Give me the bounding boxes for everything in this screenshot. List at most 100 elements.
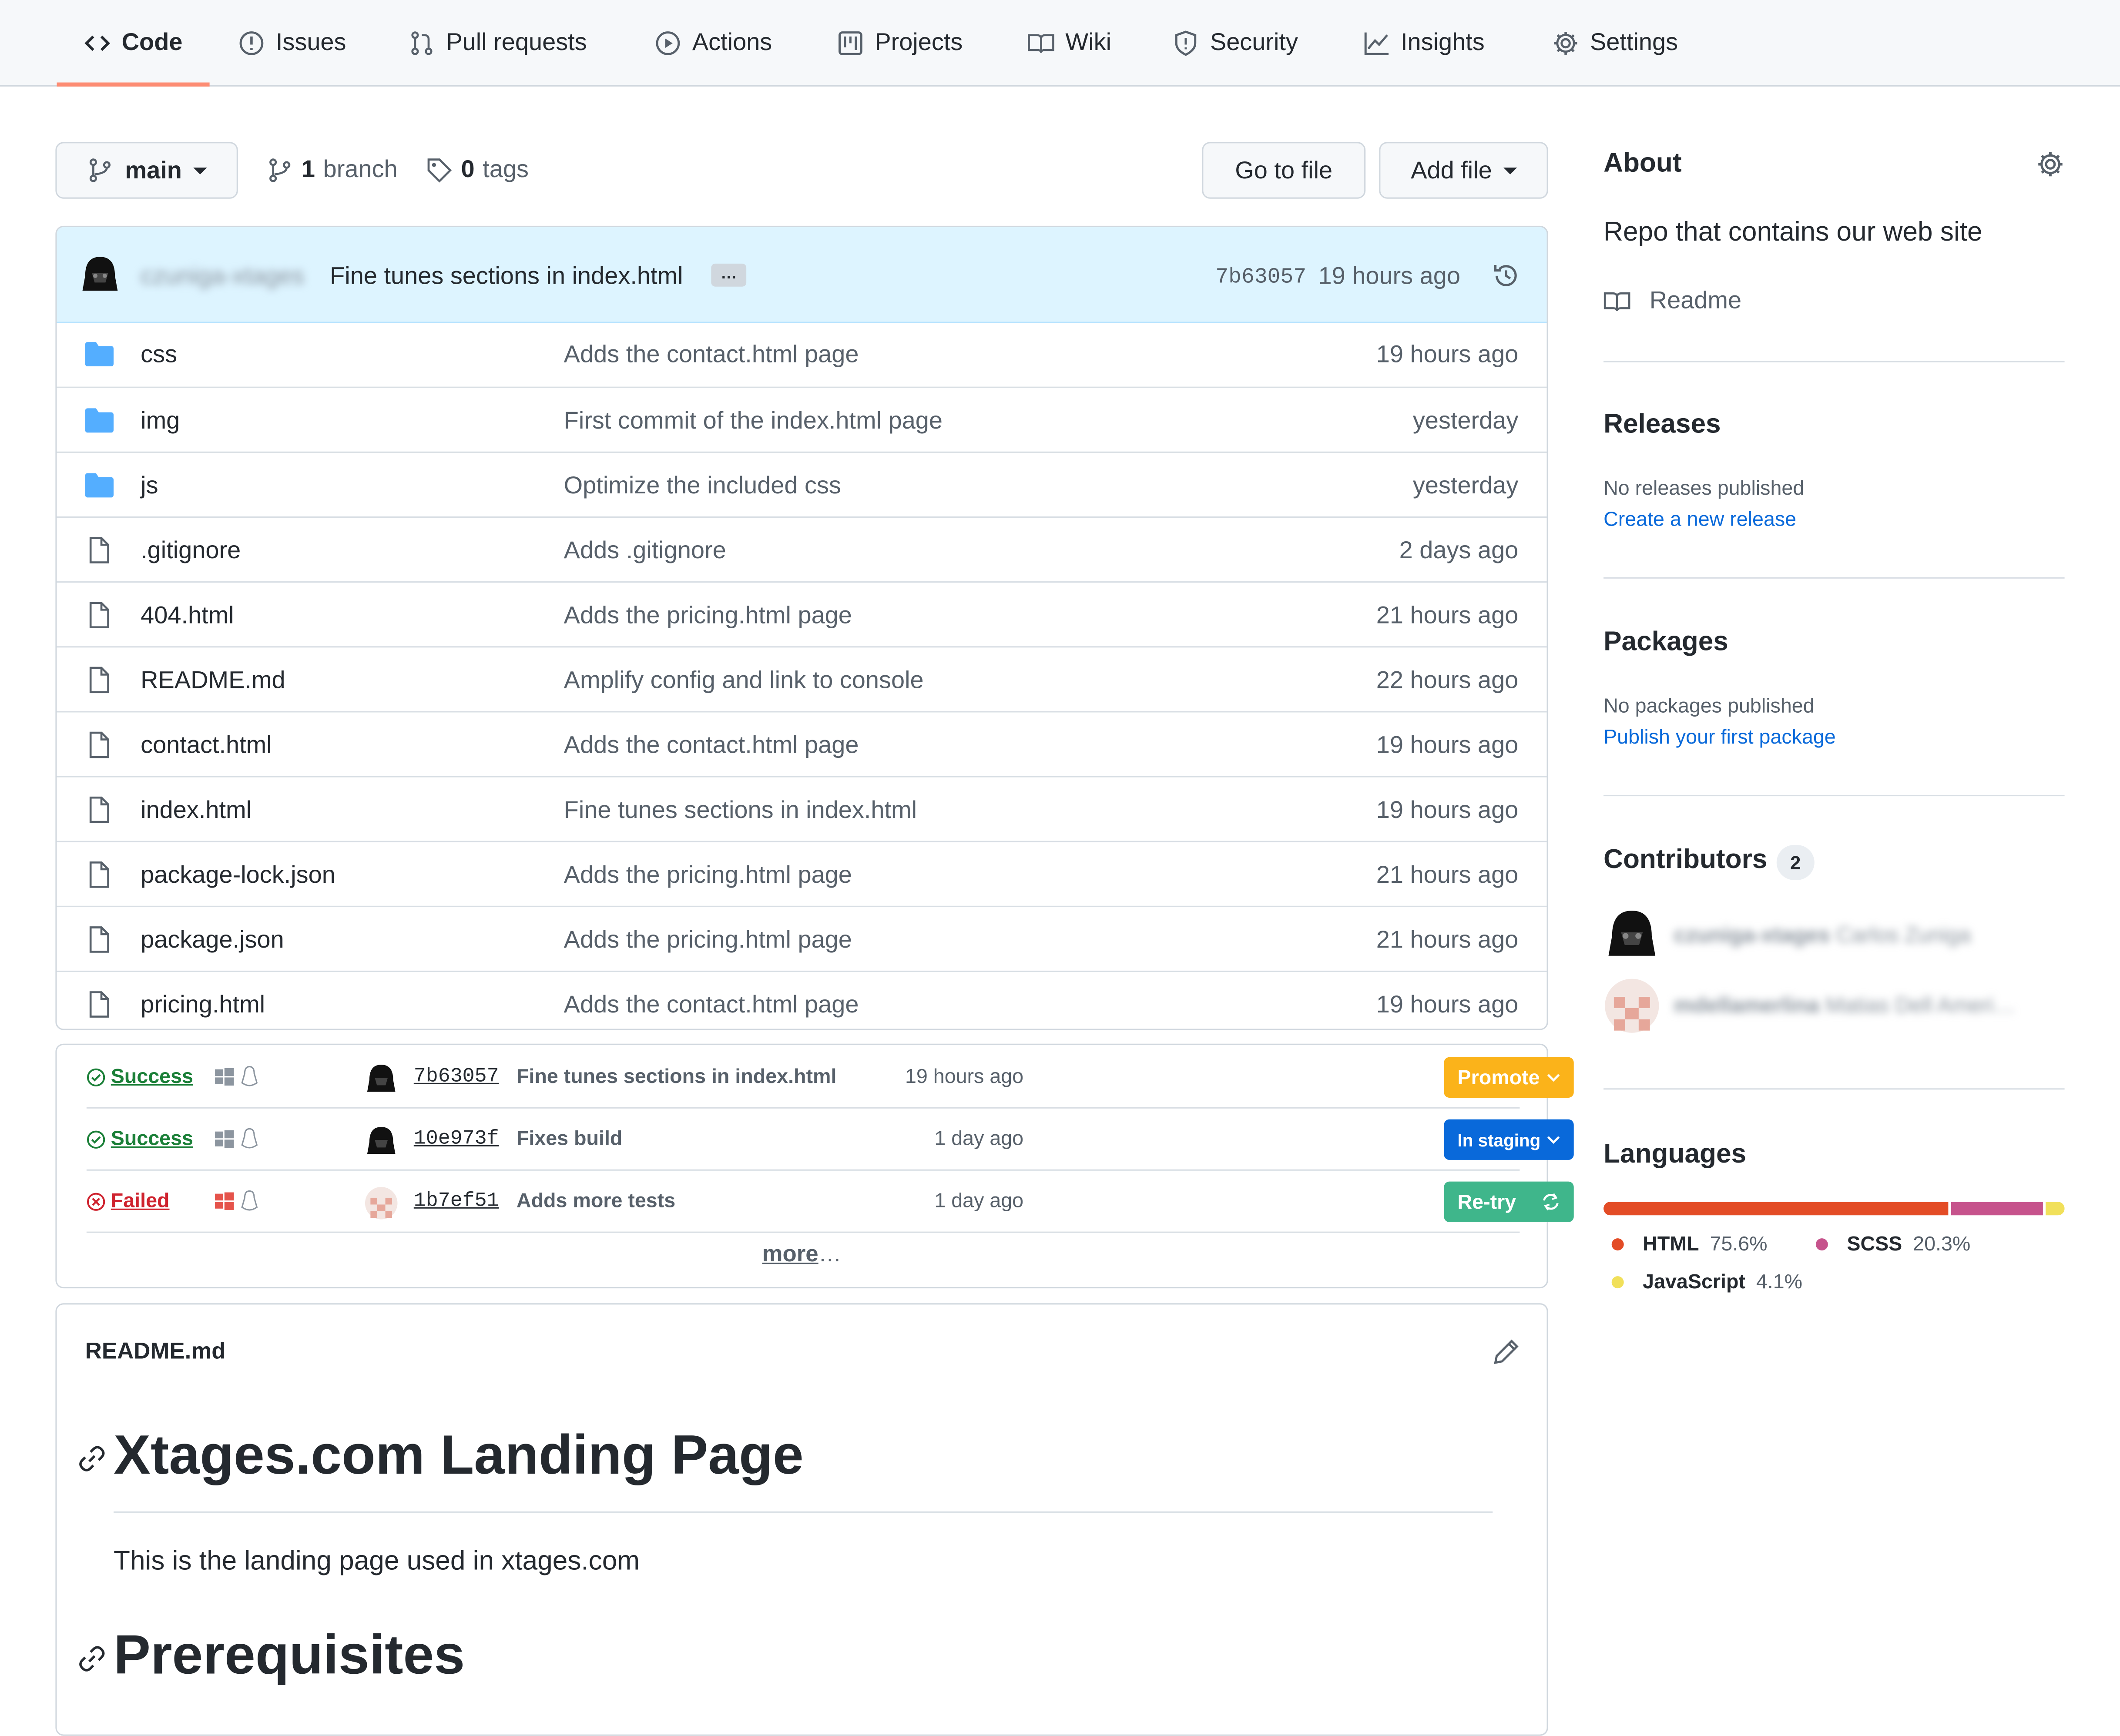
tab-settings[interactable]: Settings bbox=[1552, 0, 1678, 85]
contributor-name: Matias Dell Ameri… bbox=[1825, 995, 2016, 1018]
file-row[interactable]: index.html Fine tunes sections in index.… bbox=[57, 776, 1547, 841]
tab-projects[interactable]: Projects bbox=[837, 0, 963, 85]
git-branch-icon bbox=[269, 158, 291, 182]
packages-title[interactable]: Packages bbox=[1603, 627, 1728, 658]
file-name[interactable]: contact.html bbox=[141, 731, 272, 760]
promote-button[interactable]: Promote bbox=[1444, 1057, 1574, 1098]
ci-status-link[interactable]: Failed bbox=[87, 1190, 170, 1213]
file-row[interactable]: js Optimize the included css yesterday bbox=[57, 451, 1547, 516]
ci-status-link[interactable]: Success bbox=[87, 1065, 193, 1088]
file-row[interactable]: pricing.html Adds the contact.html page … bbox=[57, 970, 1547, 1029]
chevron-down-icon bbox=[1547, 1074, 1560, 1082]
ci-run-row: Success 10e973f Fixes build 1 day ago In… bbox=[86, 1109, 1574, 1171]
pencil-icon[interactable] bbox=[1491, 1337, 1521, 1367]
file-name[interactable]: package-lock.json bbox=[141, 861, 335, 889]
file-row[interactable]: 404.html Adds the pricing.html page 21 h… bbox=[57, 581, 1547, 646]
file-commit-message[interactable]: Adds the contact.html page bbox=[564, 341, 859, 369]
file-commit-message[interactable]: Adds the pricing.html page bbox=[564, 602, 852, 630]
tab-security[interactable]: Security bbox=[1172, 0, 1298, 85]
retry-button[interactable]: Re-try bbox=[1444, 1181, 1574, 1222]
branch-select-button[interactable]: main bbox=[55, 142, 238, 199]
link-icon[interactable] bbox=[78, 1445, 105, 1472]
avatar[interactable] bbox=[80, 254, 120, 295]
file-commit-message[interactable]: Adds the pricing.html page bbox=[564, 861, 852, 889]
file-commit-message[interactable]: Fine tunes sections in index.html bbox=[564, 796, 917, 824]
history-icon[interactable] bbox=[1491, 261, 1521, 291]
file-name[interactable]: css bbox=[141, 341, 177, 369]
readme-link[interactable]: Readme bbox=[1603, 287, 1741, 315]
file-commit-message[interactable]: Optimize the included css bbox=[564, 472, 841, 500]
create-release-link[interactable]: Create a new release bbox=[1603, 508, 1796, 531]
file-commit-message[interactable]: First commit of the index.html page bbox=[564, 407, 943, 435]
environment-button[interactable]: In staging bbox=[1444, 1119, 1574, 1160]
file-row[interactable]: img First commit of the index.html page … bbox=[57, 386, 1547, 452]
file-commit-message[interactable]: Adds the contact.html page bbox=[564, 731, 859, 760]
shield-icon bbox=[1175, 30, 1197, 56]
about-description: Repo that contains our web site bbox=[1603, 218, 1982, 248]
tags-link[interactable]: 0 tags bbox=[426, 155, 529, 184]
file-commit-message[interactable]: Adds the pricing.html page bbox=[564, 926, 852, 954]
ci-commit-sha[interactable]: 10e973f bbox=[414, 1127, 499, 1150]
avatar[interactable] bbox=[365, 1062, 398, 1095]
avatar[interactable] bbox=[365, 1187, 398, 1220]
contributor-entry[interactable]: mdellamerlina Matias Dell Ameri… bbox=[1674, 995, 2016, 1019]
publish-package-link[interactable]: Publish your first package bbox=[1603, 726, 1836, 749]
file-name[interactable]: js bbox=[141, 472, 158, 500]
file-icon bbox=[89, 602, 109, 629]
file-name[interactable]: index.html bbox=[141, 796, 252, 824]
file-commit-message[interactable]: Adds .gitignore bbox=[564, 537, 726, 565]
language-bar-segment bbox=[2046, 1202, 2065, 1216]
gear-icon[interactable] bbox=[2036, 150, 2064, 178]
commit-message[interactable]: Fine tunes sections in index.html bbox=[330, 262, 683, 291]
languages-bar bbox=[1603, 1202, 2065, 1216]
ci-more-link[interactable]: more… bbox=[57, 1241, 1546, 1268]
ci-commit-sha[interactable]: 7b63057 bbox=[414, 1065, 499, 1088]
file-commit-message[interactable]: Amplify config and link to console bbox=[564, 667, 924, 695]
avatar[interactable] bbox=[1605, 979, 1659, 1033]
contributor-entry[interactable]: czuniga-xtages Carlos Zuniga bbox=[1674, 925, 1971, 949]
commit-age: 19 hours ago bbox=[1318, 262, 1461, 289]
link-icon[interactable] bbox=[78, 1645, 105, 1672]
tab-actions[interactable]: Actions bbox=[654, 0, 772, 85]
file-row[interactable]: README.md Amplify config and link to con… bbox=[57, 646, 1547, 711]
go-to-file-button[interactable]: Go to file bbox=[1202, 142, 1366, 199]
file-name[interactable]: 404.html bbox=[141, 602, 234, 630]
file-name[interactable]: .gitignore bbox=[141, 537, 241, 565]
chevron-down-icon bbox=[1547, 1136, 1560, 1144]
add-file-button[interactable]: Add file bbox=[1379, 142, 1548, 199]
language-name: JavaScript bbox=[1643, 1270, 1745, 1294]
file-name[interactable]: README.md bbox=[141, 667, 285, 695]
readme-filename: README.md bbox=[85, 1338, 226, 1364]
ci-commit-sha[interactable]: 1b7ef51 bbox=[414, 1190, 499, 1213]
add-file-label: Add file bbox=[1411, 156, 1492, 184]
branches-link[interactable]: 1 branch bbox=[266, 155, 398, 184]
language-item[interactable]: JavaScript 4.1% bbox=[1611, 1270, 1802, 1294]
file-row[interactable]: css Adds the contact.html page 19 hours … bbox=[57, 322, 1546, 386]
tab-issues[interactable]: Issues bbox=[238, 0, 346, 85]
tab-insights[interactable]: Insights bbox=[1363, 0, 1485, 85]
file-row[interactable]: package-lock.json Adds the pricing.html … bbox=[57, 841, 1547, 906]
file-row[interactable]: .gitignore Adds .gitignore 2 days ago bbox=[57, 516, 1547, 581]
tab-wiki[interactable]: Wiki bbox=[1027, 0, 1111, 85]
file-commit-message[interactable]: Adds the contact.html page bbox=[564, 991, 859, 1019]
file-row[interactable]: package.json Adds the pricing.html page … bbox=[57, 905, 1547, 971]
commit-author[interactable]: czuniga-xtages bbox=[141, 262, 304, 291]
file-name[interactable]: pricing.html bbox=[141, 991, 265, 1019]
contributors-title[interactable]: Contributors bbox=[1603, 845, 1767, 876]
language-dot bbox=[1815, 1238, 1828, 1251]
file-row[interactable]: contact.html Adds the contact.html page … bbox=[57, 711, 1547, 776]
file-age: 21 hours ago bbox=[1376, 926, 1519, 953]
releases-title[interactable]: Releases bbox=[1603, 409, 1721, 440]
language-item[interactable]: HTML 75.6% bbox=[1611, 1233, 1768, 1256]
tab-pull-requests[interactable]: Pull requests bbox=[408, 0, 587, 85]
file-name[interactable]: package.json bbox=[141, 926, 284, 954]
commit-sha[interactable]: 7b63057 bbox=[1215, 265, 1306, 289]
language-item[interactable]: SCSS 20.3% bbox=[1815, 1233, 1970, 1256]
ci-run-age: 19 hours ago bbox=[905, 1065, 1024, 1089]
expand-commit-button[interactable]: … bbox=[711, 263, 747, 287]
tab-code[interactable]: Code bbox=[57, 0, 210, 87]
ci-status-link[interactable]: Success bbox=[87, 1127, 193, 1150]
avatar[interactable] bbox=[1605, 907, 1659, 961]
file-name[interactable]: img bbox=[141, 407, 180, 435]
avatar[interactable] bbox=[365, 1125, 398, 1157]
